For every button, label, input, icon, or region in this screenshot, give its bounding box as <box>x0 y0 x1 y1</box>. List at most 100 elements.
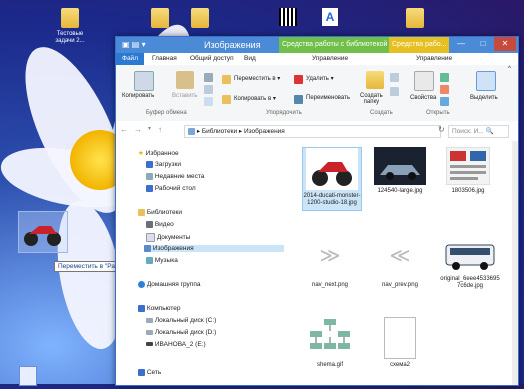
tab-share[interactable]: Общий доступ <box>190 53 234 65</box>
back-button[interactable]: ← <box>120 125 128 134</box>
ribbon-collapse-icon[interactable]: ^ <box>508 66 511 72</box>
copy-to-button[interactable]: Копировать в ▾ <box>234 95 276 102</box>
drive-icon <box>146 329 153 335</box>
file-item-ducati[interactable]: 2014-ducati-monster-1200-studio-18.jpg <box>302 147 362 211</box>
chevron-down-icon[interactable]: ▾ <box>148 125 151 132</box>
nav-recent[interactable]: Недавние места <box>146 173 204 180</box>
file-item-nav-next[interactable]: ≫ nav_next.png <box>302 246 358 289</box>
minimize-button[interactable]: — <box>450 37 472 51</box>
nav-favorites[interactable]: ★ Избранное <box>138 149 179 157</box>
window-title: Изображения <box>204 40 261 50</box>
network-icon <box>138 369 145 376</box>
up-button[interactable]: ↑ <box>158 125 162 134</box>
car-icon <box>374 147 426 185</box>
file-name: 124540-large.jpg <box>377 188 423 194</box>
quick-access-toolbar[interactable]: ▣ ▤ ▾ <box>122 40 146 49</box>
file-item-shema[interactable]: shema.gif <box>302 317 358 369</box>
nav-label: Документы <box>156 234 191 242</box>
group-create: Создать <box>370 110 393 116</box>
close-button[interactable]: ✕ <box>494 37 516 51</box>
tab-file[interactable]: Файл <box>116 53 144 65</box>
forward-button[interactable]: → <box>134 125 142 134</box>
library-icon <box>188 127 195 135</box>
drag-ghost-image <box>18 211 68 253</box>
file-name: nav_next.png <box>311 282 349 288</box>
nav-label: Загрузки <box>154 161 181 169</box>
select-icon <box>476 71 496 91</box>
nav-desktop[interactable]: Рабочий стол <box>146 185 196 192</box>
copy-to-icon <box>222 95 231 104</box>
refresh-button[interactable]: ↻ <box>438 125 445 134</box>
ribbon: Копировать Вставить Буфер обмена Перемес… <box>116 65 518 122</box>
nav-video[interactable]: Видео <box>146 221 174 228</box>
paste-button[interactable]: Вставить <box>172 93 197 99</box>
file-item-nav-prev[interactable]: ≪ nav_prev.png <box>372 246 428 289</box>
desktop-icon-test-tasks[interactable]: Тестовые задачи 2... <box>50 8 90 45</box>
folder-icon <box>61 8 79 28</box>
motorcycle-icon <box>24 226 61 246</box>
tab-view[interactable]: Вид <box>244 53 256 65</box>
folder-icon <box>151 8 169 28</box>
video-icon <box>146 221 153 228</box>
desktop-icon-doc[interactable] <box>8 366 48 389</box>
motorcycle-icon <box>306 148 358 190</box>
nav-pictures[interactable]: Изображения <box>144 245 284 253</box>
tab-picture-tools[interactable]: Средства рабо... <box>389 37 450 53</box>
tab-manage-library[interactable]: Управление <box>312 53 348 65</box>
nav-disk-e[interactable]: ИВАНОВА_2 (E:) <box>146 341 206 348</box>
pictures-icon <box>144 245 151 252</box>
document-thumb-icon <box>446 147 490 185</box>
nav-computer[interactable]: Компьютер <box>138 305 180 312</box>
nav-downloads[interactable]: Загрузки <box>146 161 181 168</box>
tab-library-tools[interactable]: Средства работы с библиотекой <box>279 37 391 53</box>
file-item-124540[interactable]: 124540-large.jpg <box>372 147 428 195</box>
libraries-icon <box>138 209 145 216</box>
downloads-icon <box>146 161 153 168</box>
nav-homegroup[interactable]: Домашняя группа <box>138 281 200 288</box>
group-organize: Упорядочить <box>266 110 302 116</box>
desktop-icon-folder-2[interactable] <box>140 8 180 31</box>
desktop-icon-font[interactable]: A <box>310 8 350 26</box>
nav-label: Сеть <box>146 369 162 377</box>
nav-label: Локальный диск (D:) <box>154 329 217 336</box>
folder-icon <box>191 8 209 28</box>
nav-label: Изображения <box>152 245 194 253</box>
nav-label: Рабочий стол <box>154 185 196 193</box>
tab-manage-pictures[interactable]: Управление <box>416 53 452 65</box>
nav-disk-c[interactable]: Локальный диск (C:) <box>146 317 216 324</box>
desktop-icon-folder-3[interactable] <box>180 8 220 31</box>
recent-places-icon <box>146 173 153 180</box>
star-icon: ★ <box>138 150 144 157</box>
vertical-scrollbar[interactable] <box>512 141 518 385</box>
file-item-original[interactable]: original_6eee45336957c6de.jpg <box>440 239 500 290</box>
properties-button[interactable]: Свойства <box>410 95 436 101</box>
nav-label: Музыка <box>154 257 178 265</box>
nav-network[interactable]: Сеть <box>138 369 161 376</box>
explorer-window[interactable]: ▣ ▤ ▾ Изображения Средства работы с библ… <box>115 36 519 386</box>
desktop-icon-qr[interactable] <box>268 8 308 29</box>
nav-libraries[interactable]: Библиотеки <box>138 209 182 216</box>
tab-home[interactable]: Главная <box>152 53 177 65</box>
nav-music[interactable]: Музыка <box>146 257 178 264</box>
file-list: 2014-ducati-monster-1200-studio-18.jpg 1… <box>292 141 518 385</box>
file-item-1803506[interactable]: 1803506.jpg <box>440 147 496 195</box>
history-icon <box>440 97 449 106</box>
desktop-icon-folder-4[interactable] <box>395 8 435 31</box>
file-name: 1803506.jpg <box>451 188 485 194</box>
rename-button[interactable]: Переименовать <box>306 95 350 101</box>
move-to-button[interactable]: Переместить в ▾ <box>234 75 280 82</box>
file-name: shema.gif <box>316 362 343 368</box>
nav-label: Библиотеки <box>146 209 183 217</box>
nav-documents[interactable]: Документы <box>146 233 190 242</box>
file-name: nav_prev.png <box>382 282 418 288</box>
maximize-button[interactable]: □ <box>472 37 494 51</box>
search-input[interactable]: Поиск: И... 🔍 <box>448 125 509 138</box>
nav-disk-d[interactable]: Локальный диск (D:) <box>146 329 216 336</box>
file-item-shema2[interactable]: схема2 <box>372 317 428 369</box>
select-button[interactable]: Выделить <box>470 95 498 101</box>
new-folder-button[interactable]: Создать папку <box>360 93 383 105</box>
delete-button[interactable]: Удалить ▾ <box>306 75 334 82</box>
copy-button[interactable]: Копировать <box>122 93 154 99</box>
title-bar[interactable]: ▣ ▤ ▾ Изображения Средства работы с библ… <box>116 37 518 53</box>
address-bar[interactable]: ▸ Библиотеки ▸ Изображения <box>184 125 441 138</box>
